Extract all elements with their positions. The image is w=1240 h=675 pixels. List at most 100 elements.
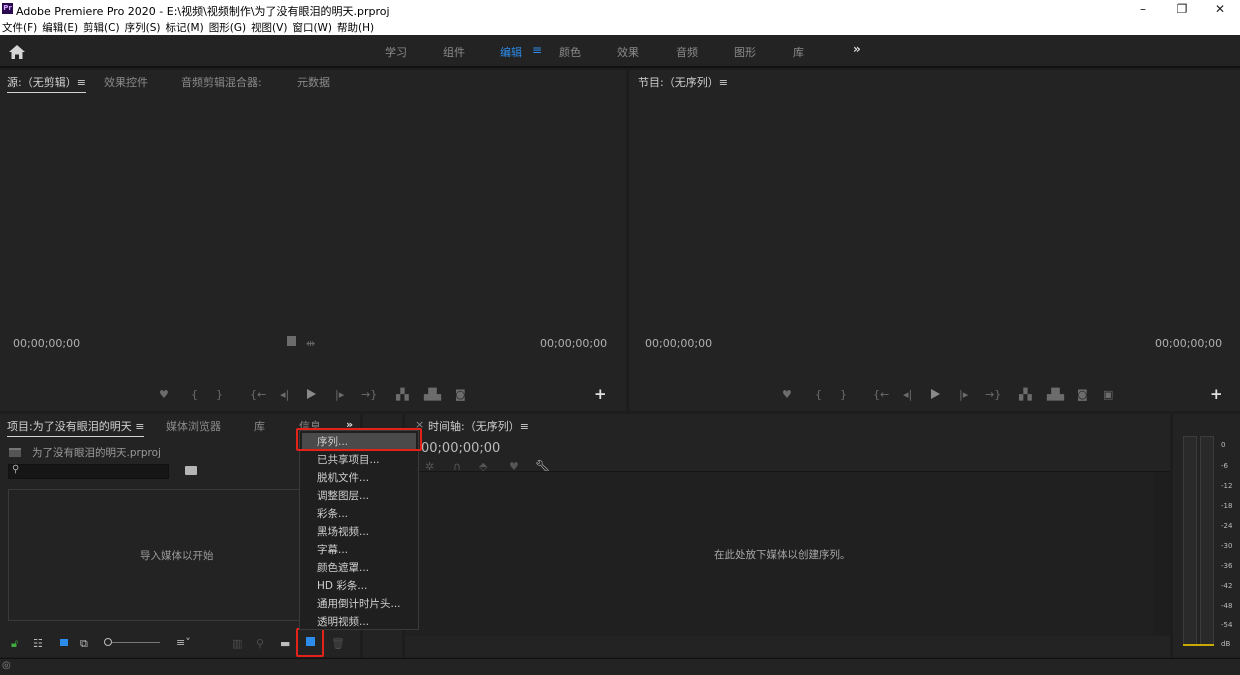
db-tick: 0	[1221, 441, 1226, 449]
drag-video-icon[interactable]	[287, 336, 296, 346]
step-forward-icon[interactable]: |▸	[335, 388, 344, 401]
menu-file[interactable]: 文件(F)	[0, 19, 40, 35]
lift-icon[interactable]: ▞▖	[1019, 388, 1036, 401]
audio-meter-left	[1183, 436, 1197, 646]
tab-effect-controls[interactable]: 效果控件	[104, 74, 148, 90]
timeline-drop-area[interactable]: 在此处放下媒体以创建序列。	[405, 472, 1153, 636]
program-add-marker-icon[interactable]: ♥	[782, 388, 792, 401]
maximize-button[interactable]: ❐	[1167, 1, 1197, 18]
drag-audio-icon[interactable]: ⇹	[306, 337, 315, 350]
workspace-assembly[interactable]: 组件	[443, 44, 465, 60]
menu-item-countdown-leader[interactable]: 通用倒计时片头...	[317, 596, 401, 611]
program-play-icon[interactable]	[931, 389, 940, 399]
menu-item-color-matte[interactable]: 颜色遮罩...	[317, 560, 369, 575]
sort-icons-icon[interactable]: ≡˅	[176, 636, 191, 649]
button-editor-icon[interactable]: +	[594, 385, 607, 403]
menu-marker[interactable]: 标记(M)	[163, 19, 206, 35]
db-tick: -42	[1221, 582, 1233, 590]
menu-clip[interactable]: 剪辑(C)	[81, 19, 123, 35]
workspace-learning[interactable]: 学习	[385, 44, 407, 60]
new-item-menu: 序列... 已共享项目... 脱机文件... 调整图层... 彩条... 黑场视…	[299, 430, 419, 630]
menu-view[interactable]: 视图(V)	[249, 19, 290, 35]
overwrite-icon[interactable]: ▟▙	[424, 388, 441, 401]
menu-edit[interactable]: 编辑(E)	[40, 19, 81, 35]
program-step-back-icon[interactable]: ◂|	[903, 388, 912, 401]
zoom-slider-handle[interactable]	[104, 638, 112, 646]
play-icon[interactable]	[307, 389, 316, 399]
menu-item-offline-file[interactable]: 脱机文件...	[317, 470, 369, 485]
menu-sequence[interactable]: 序列(S)	[123, 19, 164, 35]
home-icon[interactable]	[8, 44, 26, 60]
tab-audio-clip-mixer[interactable]: 音频剪辑混合器:	[181, 74, 262, 90]
zoom-slider-track[interactable]	[112, 642, 160, 643]
mark-out-icon[interactable]: }	[216, 388, 223, 401]
project-search-input[interactable]: ⚲	[8, 464, 169, 479]
program-go-to-in-icon[interactable]: {←	[873, 388, 889, 401]
premiere-logo-icon: Pr	[2, 3, 13, 14]
timeline-scrollbar[interactable]	[1153, 472, 1170, 636]
tab-source[interactable]: 源:（无剪辑）≡	[7, 74, 86, 93]
close-button[interactable]: ✕	[1205, 1, 1235, 18]
lock-icon[interactable]: 🔓︎	[11, 637, 18, 651]
tab-project[interactable]: 项目:为了没有眼泪的明天 ≡	[7, 418, 145, 437]
program-mark-out-icon[interactable]: }	[840, 388, 847, 401]
program-mark-in-icon[interactable]: {	[815, 388, 822, 401]
tab-libraries[interactable]: 库	[254, 418, 265, 434]
tab-metadata[interactable]: 元数据	[297, 74, 330, 90]
workspace-graphics[interactable]: 图形	[734, 44, 756, 60]
menu-item-adjustment-layer[interactable]: 调整图层...	[317, 488, 369, 503]
menu-item-hd-bars[interactable]: HD 彩条...	[317, 578, 367, 593]
menu-item-shared-project[interactable]: 已共享项目...	[317, 452, 380, 467]
program-timecode-current[interactable]: 00;00;00;00	[645, 337, 712, 350]
source-monitor-panel: 源:（无剪辑）≡ 效果控件 音频剪辑混合器: 元数据 00;00;00;00 ⇹…	[0, 70, 626, 411]
new-search-bin-icon[interactable]	[185, 466, 197, 475]
minimize-button[interactable]: –	[1128, 1, 1158, 18]
insert-icon[interactable]: ▞▖	[396, 388, 413, 401]
tab-program[interactable]: 节目:（无序列）≡	[638, 74, 728, 90]
menu-item-bars-and-tone[interactable]: 彩条...	[317, 506, 348, 521]
new-item-icon[interactable]	[306, 637, 315, 646]
menu-graphics[interactable]: 图形(G)	[207, 19, 249, 35]
audio-meter-floor	[1183, 644, 1214, 646]
workspace-more-button[interactable]: »	[853, 42, 861, 56]
menu-bar: 文件(F) 编辑(E) 剪辑(C) 序列(S) 标记(M) 图形(G) 视图(V…	[0, 19, 1240, 35]
automate-to-sequence-icon: ▥	[232, 637, 243, 650]
menu-window[interactable]: 窗口(W)	[290, 19, 335, 35]
source-timecode-current[interactable]: 00;00;00;00	[13, 337, 80, 350]
status-icon[interactable]: ◎	[2, 660, 11, 671]
workspace-editing[interactable]: 编辑	[500, 44, 522, 60]
go-to-in-icon[interactable]: {←	[250, 388, 266, 401]
program-timecode-duration: 00;00;00;00	[1155, 337, 1223, 350]
freeform-view-icon[interactable]: ⧉	[80, 637, 88, 651]
program-button-editor-icon[interactable]: +	[1210, 385, 1223, 403]
find-icon: ⚲	[256, 637, 265, 650]
workspace-audio[interactable]: 音频	[676, 44, 698, 60]
export-frame-icon[interactable]: ◙	[455, 388, 466, 401]
menu-item-transparent-video[interactable]: 透明视频...	[317, 614, 369, 629]
icon-view-icon[interactable]	[60, 639, 68, 646]
audio-meter-right	[1200, 436, 1214, 646]
add-marker-icon[interactable]: ♥	[159, 388, 169, 401]
go-to-out-icon[interactable]: →}	[361, 388, 377, 401]
mark-in-icon[interactable]: {	[191, 388, 198, 401]
db-tick: -18	[1221, 502, 1233, 510]
step-back-icon[interactable]: ◂|	[280, 388, 289, 401]
program-export-frame-icon[interactable]: ◙	[1077, 388, 1088, 401]
workspace-libraries[interactable]: 库	[793, 44, 804, 60]
timeline-timecode[interactable]: 00;00;00;00	[421, 441, 500, 456]
new-bin-icon[interactable]: ▬	[280, 637, 290, 650]
workspace-effects[interactable]: 效果	[617, 44, 639, 60]
tab-media-browser[interactable]: 媒体浏览器	[166, 418, 221, 434]
workspace-color[interactable]: 颜色	[559, 44, 581, 60]
workspace-menu-icon[interactable]: ≡	[532, 43, 542, 57]
comparison-view-icon[interactable]: ▣	[1103, 388, 1113, 401]
db-tick: -6	[1221, 462, 1228, 470]
list-view-icon[interactable]: ☷	[33, 637, 43, 650]
program-go-to-out-icon[interactable]: →}	[985, 388, 1001, 401]
menu-item-black-video[interactable]: 黑场视频...	[317, 524, 369, 539]
tab-timeline[interactable]: 时间轴:（无序列）≡	[428, 418, 529, 434]
program-step-forward-icon[interactable]: |▸	[959, 388, 968, 401]
menu-help[interactable]: 帮助(H)	[335, 19, 377, 35]
extract-icon[interactable]: ▟▙	[1047, 388, 1064, 401]
menu-item-caption[interactable]: 字幕...	[317, 542, 348, 557]
